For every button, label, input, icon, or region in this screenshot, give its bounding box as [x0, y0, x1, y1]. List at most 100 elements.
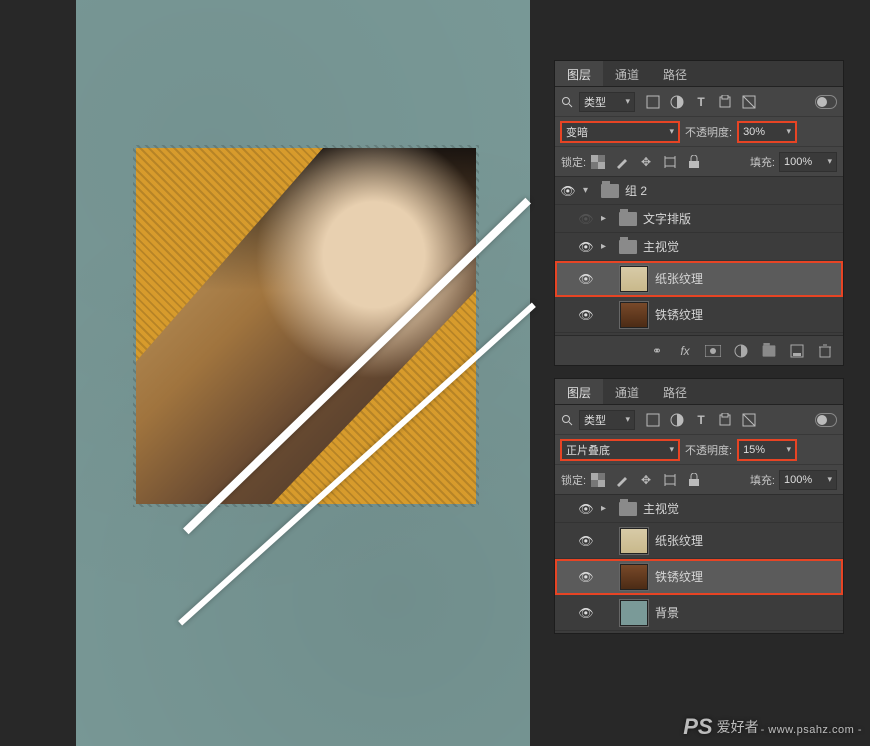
opacity-value: 30%	[743, 126, 765, 138]
document-canvas[interactable]	[76, 0, 530, 746]
add-mask-icon[interactable]	[705, 343, 721, 359]
link-layers-icon[interactable]: ⚭	[649, 343, 665, 359]
lock-position-icon[interactable]: ✥	[638, 154, 654, 170]
layer-thumbnail	[619, 301, 649, 329]
filter-adjust-icon[interactable]	[669, 94, 685, 110]
chevron-right-icon[interactable]: ▸	[601, 241, 613, 252]
opacity-value: 15%	[743, 444, 765, 456]
layer-fx-icon[interactable]: fx	[677, 343, 693, 359]
layer-label: 纸张纹理	[655, 532, 703, 549]
chevron-down-icon[interactable]: ▾	[583, 185, 595, 196]
chevron-right-icon[interactable]: ▸	[601, 213, 613, 224]
fill-value: 100%	[784, 156, 812, 168]
layer-thumbnail	[619, 527, 649, 555]
delete-layer-icon[interactable]	[817, 343, 833, 359]
blend-mode-dropdown-top[interactable]: 变暗 ▾	[561, 122, 679, 142]
visibility-icon[interactable]: 👁	[577, 212, 595, 226]
visibility-icon[interactable]: 👁	[577, 502, 595, 516]
filter-smart-icon[interactable]	[741, 94, 757, 110]
layer-label: 主视觉	[643, 500, 679, 517]
tab-channels[interactable]: 通道	[603, 61, 651, 86]
lock-paint-icon[interactable]	[614, 154, 630, 170]
folder-icon	[601, 184, 619, 198]
tab-channels[interactable]: 通道	[603, 379, 651, 404]
layer-rust-texture[interactable]: 👁 铁锈纹理	[555, 297, 843, 333]
fill-label: 填充:	[750, 154, 775, 170]
chevron-right-icon[interactable]: ▸	[601, 503, 613, 514]
fill-dropdown[interactable]: 100% ▾	[779, 152, 837, 172]
layer-paper-texture[interactable]: 👁 纸张纹理	[555, 523, 843, 559]
layer-label: 铁锈纹理	[655, 306, 703, 323]
layer-thumbnail	[619, 599, 649, 627]
filter-type-icon[interactable]: T	[693, 94, 709, 110]
tab-layers[interactable]: 图层	[555, 379, 603, 404]
watermark-url: - www.psahz.com -	[761, 724, 862, 736]
lock-artboard-icon[interactable]	[662, 472, 678, 488]
filter-type-dropdown[interactable]: 类型 ▾	[579, 410, 635, 430]
layer-paper-texture[interactable]: 👁 纸张纹理	[555, 261, 843, 297]
opacity-dropdown-top[interactable]: 30% ▾	[738, 122, 796, 142]
chevron-down-icon: ▾	[787, 126, 792, 137]
opacity-dropdown-bottom[interactable]: 15% ▾	[738, 440, 796, 460]
chevron-down-icon: ▾	[625, 414, 630, 425]
filter-toggle-icon[interactable]	[815, 95, 837, 109]
search-icon	[561, 96, 575, 108]
visibility-icon[interactable]: 👁	[577, 240, 595, 254]
filter-type-label: 类型	[584, 94, 606, 110]
lock-transparency-icon[interactable]	[590, 472, 606, 488]
lock-artboard-icon[interactable]	[662, 154, 678, 170]
filter-adjust-icon[interactable]	[669, 412, 685, 428]
fill-label: 填充:	[750, 472, 775, 488]
layer-main-group[interactable]: 👁 ▸ 主视觉	[555, 495, 843, 523]
filter-pixel-icon[interactable]	[645, 94, 661, 110]
artwork-frame	[136, 148, 476, 504]
layer-text-group[interactable]: 👁 ▸ 文字排版	[555, 205, 843, 233]
visibility-icon[interactable]: 👁	[577, 272, 595, 286]
filter-pixel-icon[interactable]	[645, 412, 661, 428]
visibility-icon[interactable]: 👁	[559, 184, 577, 198]
filter-toggle-icon[interactable]	[815, 413, 837, 427]
visibility-icon[interactable]: 👁	[577, 534, 595, 548]
layer-group-2[interactable]: 👁 ▾ 组 2	[555, 177, 843, 205]
adjustment-layer-icon[interactable]	[733, 343, 749, 359]
chevron-down-icon: ▾	[827, 474, 832, 485]
lock-position-icon[interactable]: ✥	[638, 472, 654, 488]
lock-paint-icon[interactable]	[614, 472, 630, 488]
filter-shape-icon[interactable]	[717, 94, 733, 110]
layer-label: 主视觉	[643, 238, 679, 255]
lock-transparency-icon[interactable]	[590, 154, 606, 170]
chevron-down-icon: ▾	[827, 156, 832, 167]
folder-icon	[619, 240, 637, 254]
filter-smart-icon[interactable]	[741, 412, 757, 428]
fill-dropdown[interactable]: 100% ▾	[779, 470, 837, 490]
blend-mode-dropdown-bottom[interactable]: 正片叠底 ▾	[561, 440, 679, 460]
blend-mode-value: 正片叠底	[566, 442, 610, 458]
watermark-cn: 爱好者	[717, 717, 759, 737]
filter-type-icon[interactable]: T	[693, 412, 709, 428]
filter-shape-icon[interactable]	[717, 412, 733, 428]
layer-label: 纸张纹理	[655, 270, 703, 287]
visibility-icon[interactable]: 👁	[577, 606, 595, 620]
visibility-icon[interactable]: 👁	[577, 308, 595, 322]
layer-thumbnail	[619, 265, 649, 293]
opacity-label: 不透明度:	[685, 442, 732, 458]
layer-label: 组 2	[625, 182, 647, 199]
chevron-down-icon: ▾	[669, 126, 674, 137]
visibility-icon[interactable]: 👁	[577, 570, 595, 584]
folder-icon	[619, 502, 637, 516]
tab-paths[interactable]: 路径	[651, 379, 699, 404]
lock-all-icon[interactable]	[686, 472, 702, 488]
new-layer-icon[interactable]	[789, 343, 805, 359]
new-group-icon[interactable]	[761, 343, 777, 359]
layer-label: 文字排版	[643, 210, 691, 227]
fill-value: 100%	[784, 474, 812, 486]
layer-rust-texture[interactable]: 👁 铁锈纹理	[555, 559, 843, 595]
tab-paths[interactable]: 路径	[651, 61, 699, 86]
lock-all-icon[interactable]	[686, 154, 702, 170]
lock-label: 锁定:	[561, 154, 586, 170]
filter-type-dropdown[interactable]: 类型 ▾	[579, 92, 635, 112]
tab-layers[interactable]: 图层	[555, 61, 603, 86]
layer-label: 铁锈纹理	[655, 568, 703, 585]
layer-main-group[interactable]: 👁 ▸ 主视觉	[555, 233, 843, 261]
layer-background[interactable]: 👁 背景	[555, 595, 843, 631]
